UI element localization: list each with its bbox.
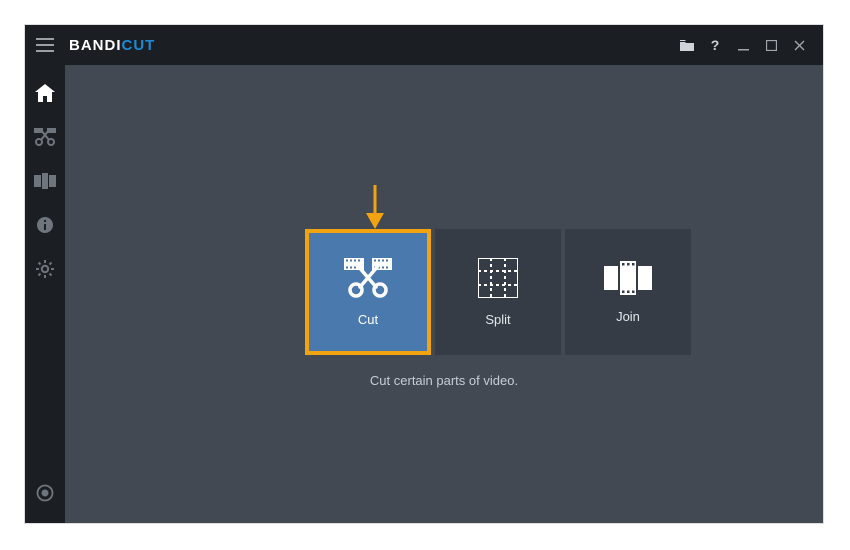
tile-join[interactable]: Join xyxy=(565,229,691,355)
split-icon xyxy=(478,258,518,298)
sidebar xyxy=(25,65,65,523)
tile-description: Cut certain parts of video. xyxy=(65,373,823,388)
sidebar-item-cut[interactable] xyxy=(25,115,65,159)
sidebar-item-join[interactable] xyxy=(25,159,65,203)
maximize-button[interactable] xyxy=(757,25,785,65)
sidebar-item-settings[interactable] xyxy=(25,247,65,291)
tile-split[interactable]: Split xyxy=(435,229,561,355)
scissors-film-icon xyxy=(34,128,56,146)
action-tiles: Cut Split xyxy=(305,229,691,355)
hamburger-icon xyxy=(36,38,54,52)
tile-join-label: Join xyxy=(616,309,640,324)
gear-icon xyxy=(36,260,54,278)
sidebar-item-record[interactable] xyxy=(25,471,65,515)
sidebar-item-home[interactable] xyxy=(25,71,65,115)
tile-cut[interactable]: Cut xyxy=(305,229,431,355)
info-icon xyxy=(36,216,54,234)
app-logo: BANDICUT xyxy=(69,37,155,54)
minimize-button[interactable] xyxy=(729,25,757,65)
sidebar-item-info[interactable] xyxy=(25,203,65,247)
folder-icon xyxy=(680,40,694,51)
join-icon xyxy=(604,261,652,295)
cut-icon xyxy=(344,258,392,298)
help-button[interactable]: ? xyxy=(701,25,729,65)
help-icon: ? xyxy=(711,37,720,53)
home-icon xyxy=(35,84,55,102)
tile-split-label: Split xyxy=(485,312,510,327)
main-area: Cut Split xyxy=(65,65,823,523)
titlebar: BANDICUT ? xyxy=(25,25,823,65)
app-window: BANDICUT ? xyxy=(24,24,824,524)
open-file-button[interactable] xyxy=(673,25,701,65)
logo-part2: CUT xyxy=(122,37,156,54)
close-icon xyxy=(794,40,805,51)
maximize-icon xyxy=(766,40,777,51)
tile-cut-label: Cut xyxy=(358,312,378,327)
logo-part1: BANDI xyxy=(69,37,122,54)
minimize-icon xyxy=(738,40,749,51)
menu-button[interactable] xyxy=(25,25,65,65)
highlight-arrow-icon xyxy=(366,185,384,229)
close-button[interactable] xyxy=(785,25,813,65)
app-body: Cut Split xyxy=(25,65,823,523)
join-film-icon xyxy=(34,173,56,189)
record-icon xyxy=(36,484,54,502)
